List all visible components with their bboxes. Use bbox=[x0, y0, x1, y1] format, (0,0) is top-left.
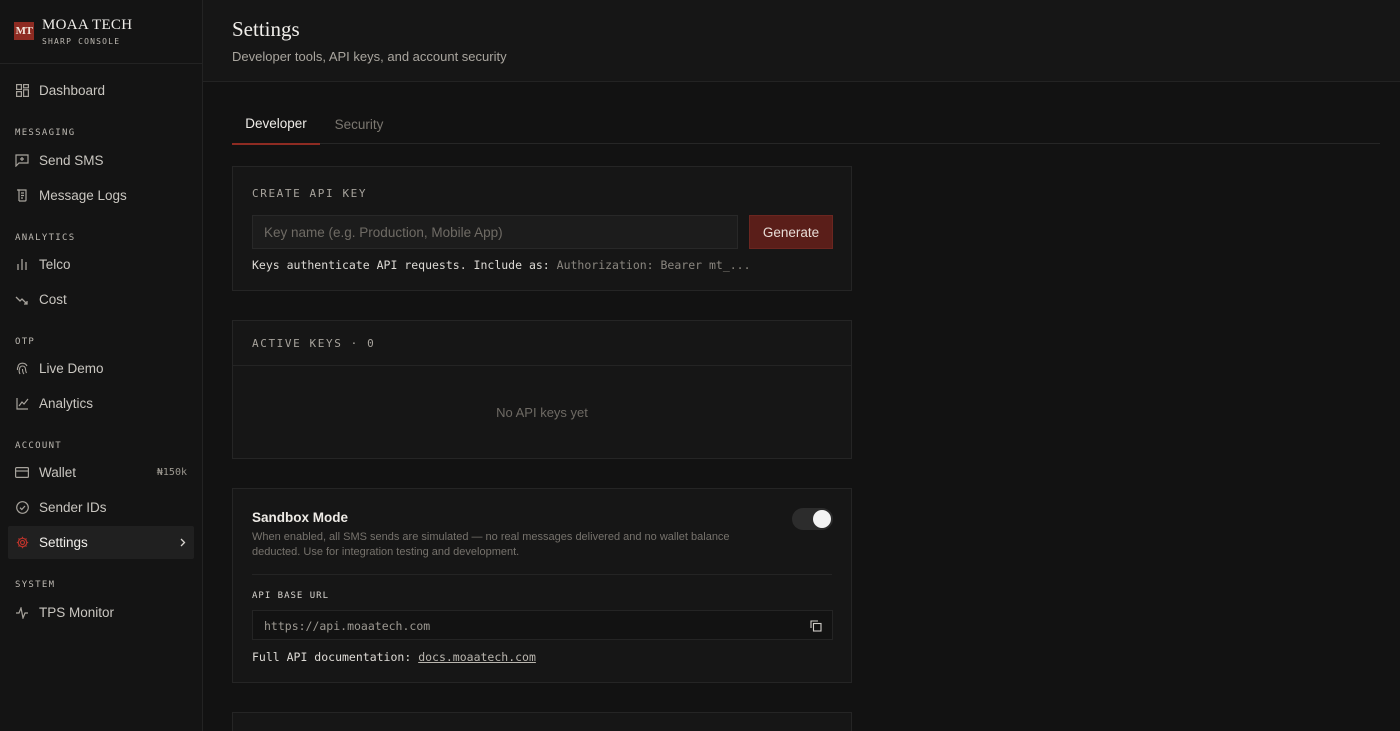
sidebar-item-label: Message Logs bbox=[39, 188, 127, 203]
active-keys-header: ACTIVE KEYS · 0 bbox=[233, 321, 851, 366]
divider bbox=[252, 574, 832, 575]
settings-tabs: Developer Security bbox=[232, 104, 1380, 145]
toggle-knob bbox=[813, 510, 831, 528]
sidebar-item-wallet[interactable]: Wallet ₦150k bbox=[8, 456, 194, 489]
message-plus-icon bbox=[15, 154, 29, 168]
sidebar-item-label: Telco bbox=[39, 257, 71, 272]
grid-icon bbox=[15, 84, 29, 98]
sidebar-item-telco[interactable]: Telco bbox=[8, 248, 194, 281]
next-card bbox=[232, 712, 852, 731]
sandbox-description: When enabled, all SMS sends are simulate… bbox=[252, 531, 730, 558]
sidebar-item-message-logs[interactable]: Message Logs bbox=[8, 179, 194, 212]
check-circle-icon bbox=[15, 501, 29, 515]
gear-icon bbox=[15, 536, 29, 550]
sidebar-item-label: Live Demo bbox=[39, 361, 104, 376]
sidebar: MT MOAA TECH SHARP CONSOLE Dashboard MES… bbox=[0, 0, 203, 731]
chevron-right-icon bbox=[180, 536, 186, 550]
brand-name: MOAA TECH bbox=[42, 16, 133, 33]
sandbox-title: Sandbox Mode bbox=[252, 510, 349, 525]
generate-button[interactable]: Generate bbox=[749, 215, 833, 249]
trending-down-icon bbox=[15, 293, 29, 307]
copy-icon[interactable] bbox=[810, 619, 822, 637]
sidebar-item-settings[interactable]: Settings bbox=[8, 526, 194, 559]
page-subtitle: Developer tools, API keys, and account s… bbox=[232, 49, 507, 64]
sidebar-item-label: Settings bbox=[39, 535, 88, 550]
sidebar-item-label: Wallet bbox=[39, 465, 77, 480]
credit-card-icon bbox=[15, 466, 29, 480]
sidebar-item-live-demo[interactable]: Live Demo bbox=[8, 352, 194, 385]
activity-icon bbox=[15, 606, 29, 620]
main-area: Settings Developer tools, API keys, and … bbox=[203, 0, 1400, 731]
hint-code: Authorization: Bearer mt_... bbox=[556, 258, 751, 272]
create-api-key-card: CREATE API KEY Key name (e.g. Production… bbox=[232, 166, 852, 291]
sidebar-item-label: Dashboard bbox=[39, 83, 106, 98]
api-base-url-field: https://api.moaatech.com bbox=[252, 610, 833, 640]
empty-keys-message: No API keys yet bbox=[496, 405, 588, 420]
scroll-icon bbox=[15, 189, 29, 203]
api-key-hint: Keys authenticate API requests. Include … bbox=[252, 258, 751, 272]
brand[interactable]: MT MOAA TECH SHARP CONSOLE bbox=[0, 0, 202, 64]
sandbox-card: Sandbox Mode When enabled, all SMS sends… bbox=[232, 488, 852, 683]
sidebar-item-label: Send SMS bbox=[39, 153, 104, 168]
sidebar-item-label: Analytics bbox=[39, 396, 94, 411]
fingerprint-icon bbox=[15, 362, 29, 376]
sidebar-item-send-sms[interactable]: Send SMS bbox=[8, 144, 194, 177]
hint-text: Keys authenticate API requests. Include … bbox=[252, 258, 550, 272]
page-title: Settings bbox=[232, 17, 300, 41]
bar-chart-icon bbox=[15, 258, 29, 272]
api-base-url-label: API BASE URL bbox=[252, 591, 330, 601]
line-chart-icon bbox=[15, 397, 29, 411]
settings-content: Developer Security CREATE API KEY Key na… bbox=[203, 82, 1400, 731]
key-name-input[interactable]: Key name (e.g. Production, Mobile App) bbox=[252, 215, 738, 249]
section-label-analytics: ANALYTICS bbox=[15, 233, 76, 243]
sidebar-item-analytics[interactable]: Analytics bbox=[8, 387, 194, 420]
sidebar-item-tps-monitor[interactable]: TPS Monitor bbox=[8, 596, 194, 629]
sandbox-toggle[interactable] bbox=[792, 508, 833, 530]
section-label-account: ACCOUNT bbox=[15, 441, 63, 451]
section-label-system: SYSTEM bbox=[15, 580, 56, 590]
active-keys-label: ACTIVE KEYS · 0 bbox=[252, 337, 376, 350]
tab-developer[interactable]: Developer bbox=[232, 104, 320, 145]
section-label-messaging: MESSAGING bbox=[15, 128, 76, 138]
sidebar-item-label: TPS Monitor bbox=[39, 605, 115, 620]
docs-prefix: Full API documentation: bbox=[252, 650, 412, 664]
sidebar-item-sender-ids[interactable]: Sender IDs bbox=[8, 491, 194, 524]
sidebar-item-label: Sender IDs bbox=[39, 500, 107, 515]
sidebar-item-label: Cost bbox=[39, 292, 67, 307]
docs-line: Full API documentation: docs.moaatech.co… bbox=[252, 650, 536, 664]
brand-subtitle: SHARP CONSOLE bbox=[42, 36, 121, 46]
api-base-url-value: https://api.moaatech.com bbox=[264, 619, 431, 633]
brand-logo: MT bbox=[14, 21, 34, 40]
create-api-key-label: CREATE API KEY bbox=[252, 187, 368, 200]
tab-security[interactable]: Security bbox=[328, 104, 390, 144]
page-header: Settings Developer tools, API keys, and … bbox=[203, 0, 1400, 82]
docs-link[interactable]: docs.moaatech.com bbox=[418, 650, 536, 664]
sidebar-item-cost[interactable]: Cost bbox=[8, 283, 194, 316]
active-keys-card: ACTIVE KEYS · 0 No API keys yet bbox=[232, 320, 852, 459]
wallet-balance-badge: ₦150k bbox=[156, 467, 187, 478]
sidebar-item-dashboard[interactable]: Dashboard bbox=[8, 74, 194, 107]
section-label-otp: OTP bbox=[15, 337, 36, 347]
